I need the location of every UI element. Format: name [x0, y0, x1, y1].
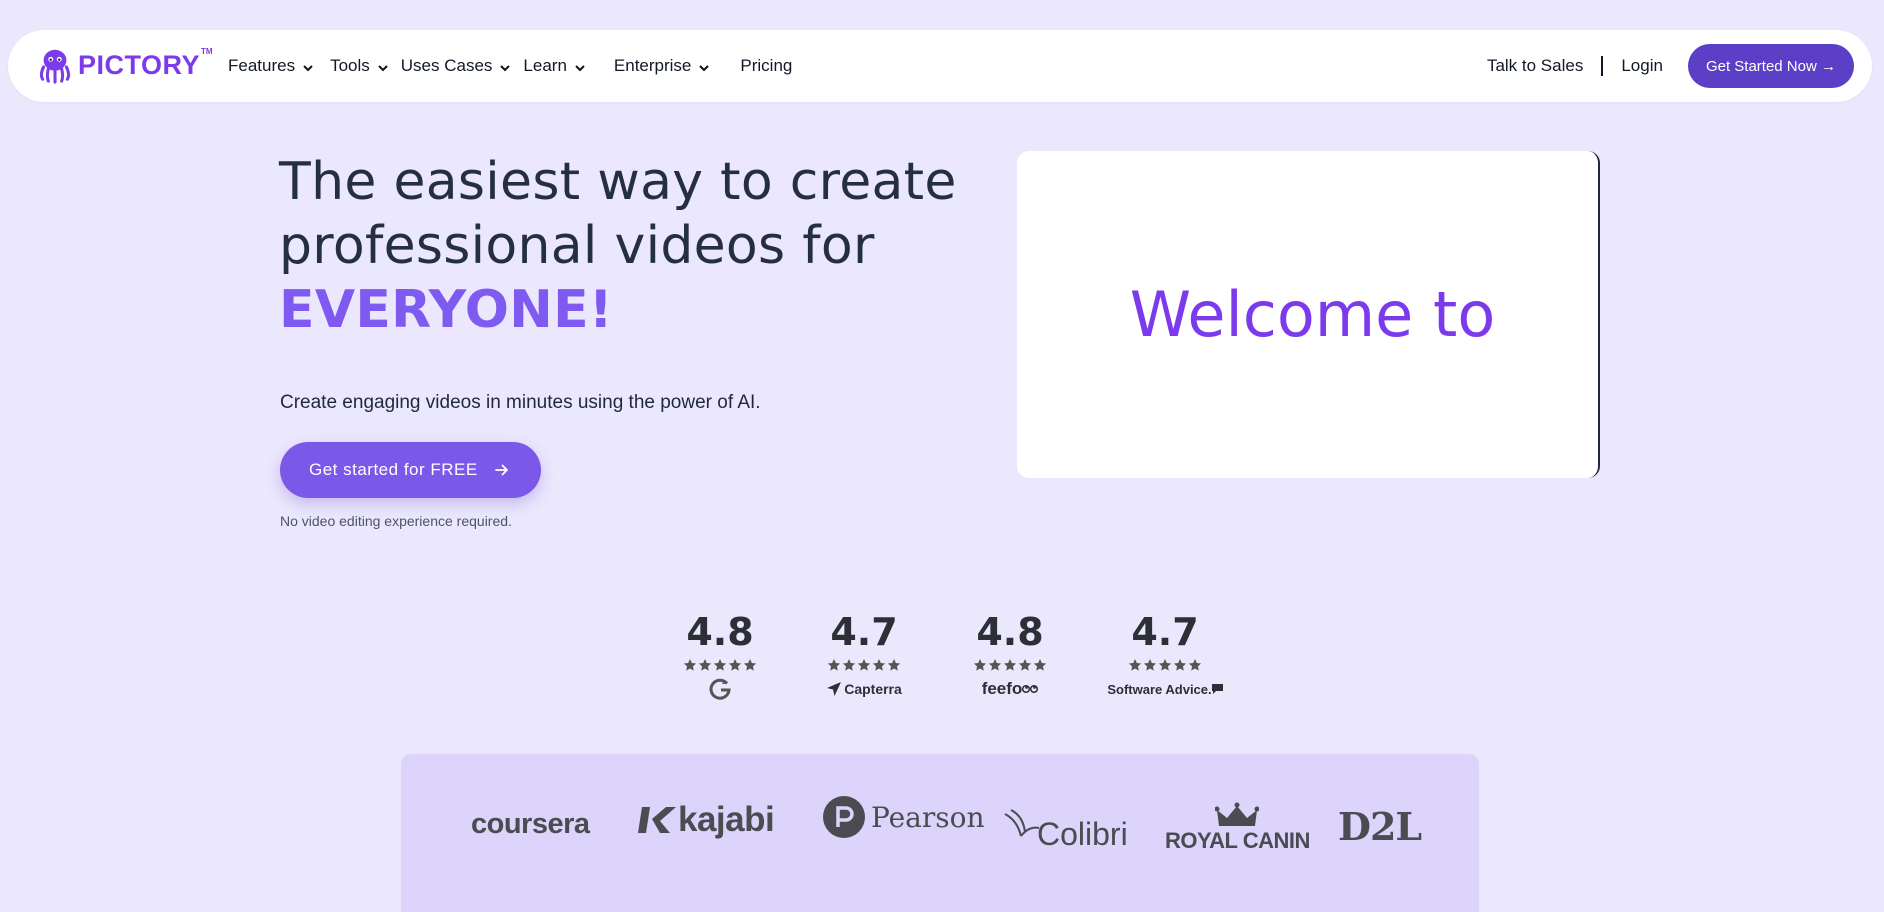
octopus-logo-icon — [39, 49, 71, 84]
rating-feefo: 4.8 feefo — [970, 610, 1050, 700]
hero-subtitle: Create engaging videos in minutes using … — [280, 392, 761, 413]
kajabi-label: kajabi — [678, 800, 775, 839]
hero-title-line2: professional videos for — [279, 216, 875, 276]
coursera-label: coursera — [471, 808, 590, 840]
crown-icon — [1215, 802, 1260, 826]
hero-note: No video editing experience required. — [280, 513, 512, 529]
star-icon — [743, 659, 757, 671]
feefo-label: feefo — [981, 679, 1023, 698]
hero-title: The easiest way to create professional v… — [279, 150, 979, 342]
star-icon — [988, 659, 1002, 671]
rating-score: 4.7 — [1131, 610, 1199, 654]
video-preview[interactable]: Welcome to — [1017, 151, 1600, 478]
pearson-logo: Pearson — [823, 796, 985, 838]
main-menu: Features Tools Uses Cases Learn Enterpri… — [220, 30, 792, 102]
star-icon — [713, 659, 727, 671]
nav-tools-label: Tools — [330, 56, 370, 75]
nav-pricing-label: Pricing — [740, 56, 793, 75]
nav-learn-label: Learn — [523, 56, 567, 75]
rating-g2: 4.8 2 — [682, 610, 758, 700]
star-icon — [887, 659, 901, 671]
rating-capterra: 4.7 Capterra — [822, 610, 906, 700]
feefo-logo: feefo — [982, 678, 1039, 700]
get-started-free-label: Get started for FREE — [309, 460, 478, 479]
star-icon — [1173, 659, 1187, 671]
nav-tools[interactable]: Tools — [330, 56, 389, 76]
nav-pricing[interactable]: Pricing — [740, 56, 792, 76]
kajabi-logo: kajabi — [638, 800, 775, 840]
feefo-eyes-icon — [1022, 684, 1039, 694]
star-icon — [827, 659, 841, 671]
colibri-label: Colibri — [1037, 816, 1128, 852]
nav-learn[interactable]: Learn — [523, 56, 585, 76]
get-started-now-button[interactable]: Get Started Now → — [1687, 44, 1854, 88]
star-icon — [857, 659, 871, 671]
star-icon — [1033, 659, 1047, 671]
video-preview-text: Welcome to — [1129, 278, 1496, 351]
nav-actions: Talk to Sales Login Get Started Now → — [1487, 30, 1854, 102]
star-icon — [973, 659, 987, 671]
star-rating — [827, 658, 901, 672]
star-icon — [683, 659, 697, 671]
g2-icon: 2 — [709, 678, 731, 700]
star-icon — [1158, 659, 1172, 671]
star-icon — [728, 659, 742, 671]
customer-logos-strip: coursera kajabi Pearson Colibri ROYAL CA… — [401, 754, 1479, 912]
nav-divider — [1601, 56, 1604, 76]
rating-score: 4.8 — [976, 610, 1044, 654]
kajabi-k-icon — [638, 807, 676, 833]
chevron-down-icon — [575, 64, 585, 71]
star-icon — [842, 659, 856, 671]
capterra-arrow-icon — [827, 682, 842, 696]
hero-title-accent: EVERYONE! — [279, 280, 613, 340]
talk-to-sales-link[interactable]: Talk to Sales — [1487, 56, 1583, 76]
rating-software-advice: 4.7 Software Advice. — [1100, 610, 1230, 700]
capterra-logo: Capterra — [826, 678, 902, 700]
royal-canin-label: ROYAL CANIN — [1165, 828, 1310, 853]
coursera-logo: coursera — [471, 808, 590, 841]
nav-use-cases-label: Uses Cases — [400, 56, 493, 75]
chevron-down-icon — [699, 64, 710, 71]
star-rating — [683, 658, 757, 672]
logo-wordmark: PICTORY — [78, 49, 201, 80]
chevron-down-icon — [303, 64, 313, 71]
software-advice-logo: Software Advice. — [1107, 678, 1223, 700]
pearson-label: Pearson — [871, 800, 985, 834]
star-rating — [1128, 658, 1202, 672]
nav-enterprise[interactable]: Enterprise — [614, 56, 710, 76]
star-icon — [1003, 659, 1017, 671]
speech-bubble-icon — [1211, 684, 1223, 694]
pictory-logo[interactable]: PICTORY TM — [36, 46, 213, 84]
nav-enterprise-label: Enterprise — [613, 56, 692, 75]
star-icon — [698, 659, 712, 671]
arrow-right-icon — [494, 464, 508, 476]
nav-use-cases[interactable]: Uses Cases — [401, 56, 512, 76]
top-navbar: PICTORY TM Features Tools Uses Cases Lea… — [8, 30, 1872, 102]
rating-score: 4.7 — [830, 610, 898, 654]
d2l-logo: D2L — [1338, 804, 1422, 849]
star-icon — [1018, 659, 1032, 671]
pearson-p-icon — [823, 796, 865, 838]
rating-score: 4.8 — [686, 610, 754, 654]
colibri-bird-icon — [1004, 808, 1040, 837]
star-icon — [1188, 659, 1202, 671]
chevron-down-icon — [500, 64, 511, 71]
login-link[interactable]: Login — [1621, 56, 1663, 76]
nav-features-label: Features — [228, 56, 296, 75]
get-started-free-button[interactable]: Get started for FREE — [280, 442, 541, 498]
trademark-mark: TM — [201, 46, 213, 56]
hero-title-line1: The easiest way to create — [279, 152, 957, 212]
d2l-label: D2L — [1338, 804, 1422, 849]
royal-canin-logo: ROYAL CANIN — [1165, 802, 1310, 854]
star-icon — [872, 659, 886, 671]
star-icon — [1128, 659, 1142, 671]
g2-logo: 2 — [708, 678, 732, 700]
colibri-logo: Colibri — [1003, 802, 1128, 853]
star-icon — [1143, 659, 1157, 671]
star-rating — [973, 658, 1047, 672]
nav-features[interactable]: Features — [228, 56, 314, 76]
chevron-down-icon — [378, 64, 388, 71]
software-advice-label: Software Advice. — [1107, 681, 1212, 697]
capterra-label: Capterra — [844, 681, 902, 697]
